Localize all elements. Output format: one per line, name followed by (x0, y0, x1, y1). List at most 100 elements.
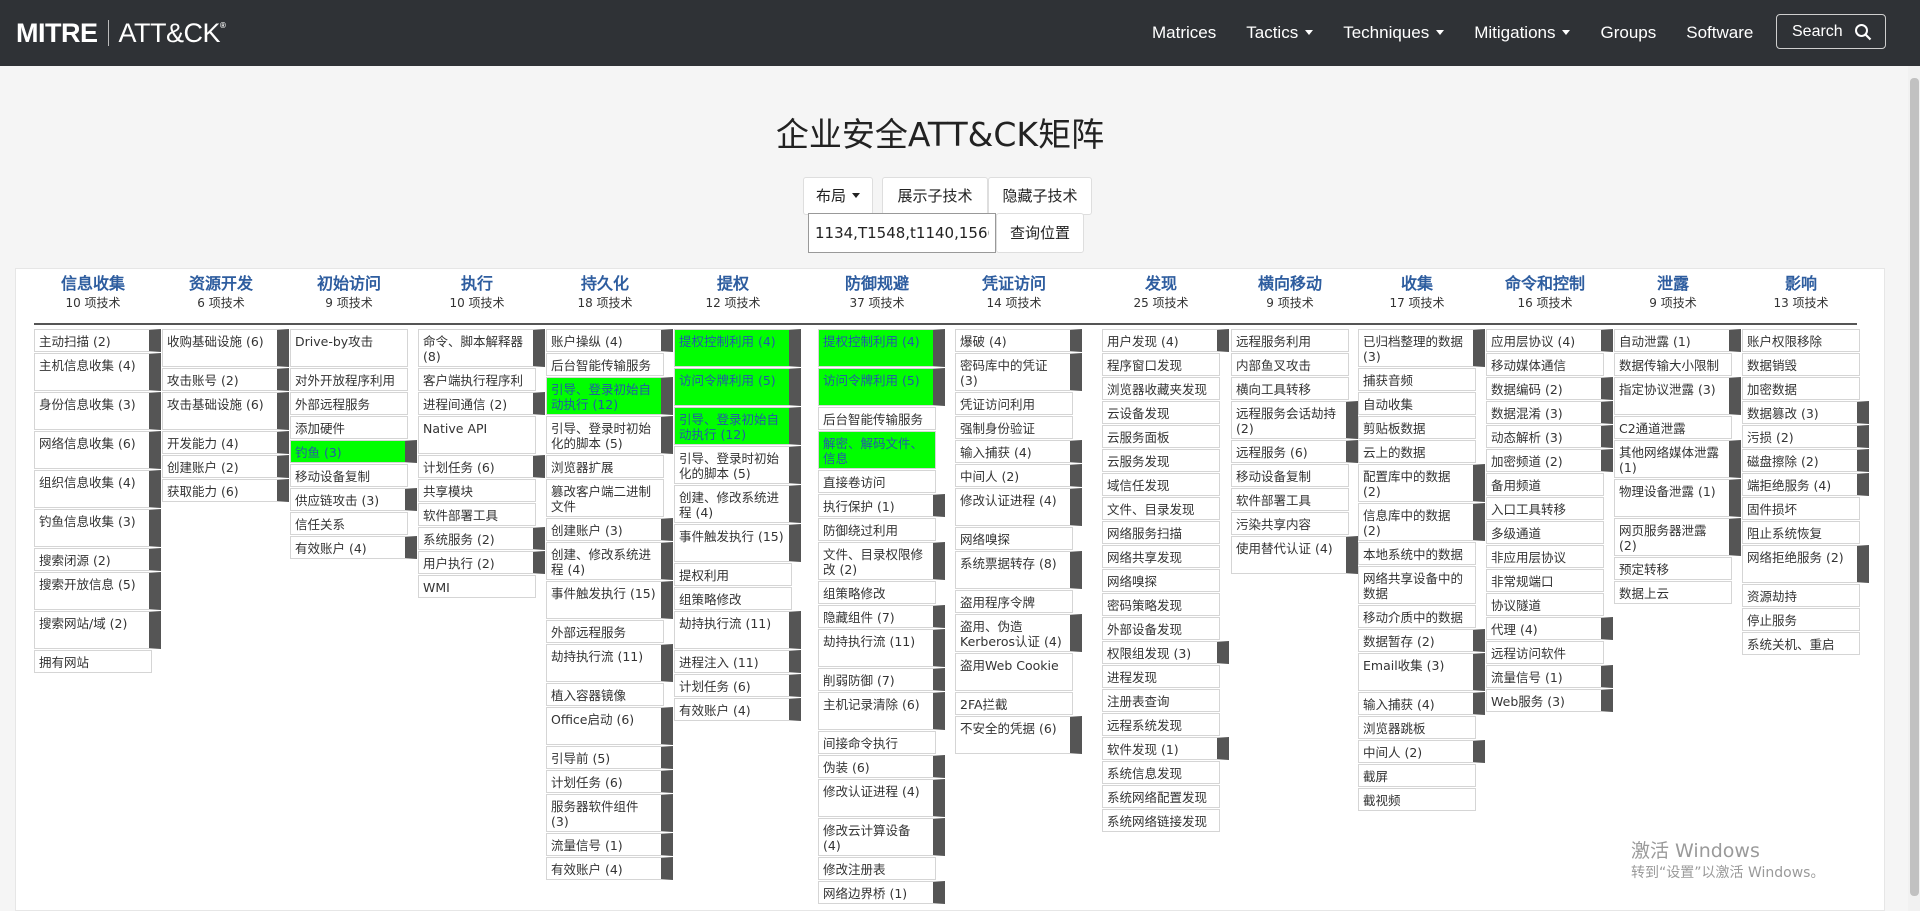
technique-cell[interactable]: 直接卷访问 (818, 470, 936, 493)
technique-cell[interactable]: 有效账户 (4) (290, 536, 417, 559)
technique-cell[interactable]: 流量信号 (1) (1486, 665, 1613, 688)
technique-cell[interactable]: 加密频道 (2) (1486, 449, 1613, 472)
technique-cell[interactable]: 有效账户 (4) (674, 698, 801, 721)
technique-cell[interactable]: 防御绕过利用 (818, 518, 936, 541)
technique-cell[interactable]: 修改注册表 (818, 857, 936, 880)
technique-cell[interactable]: 非常规端口 (1486, 569, 1604, 592)
technique-cell[interactable]: 代理 (4) (1486, 617, 1613, 640)
technique-cell[interactable]: 横向工具转移 (1231, 377, 1349, 400)
technique-cell[interactable]: 引导前 (5) (546, 746, 673, 769)
technique-cell[interactable]: 动态解析 (3) (1486, 425, 1613, 448)
technique-cell[interactable]: 劫持执行流 (11) (818, 629, 945, 667)
technique-cell[interactable]: 命令、脚本解释器 (8) (418, 329, 545, 367)
technique-cell[interactable]: 系统服务 (2) (418, 527, 545, 550)
tactic-name[interactable]: 提权 (672, 270, 794, 294)
tactic-name[interactable]: 凭证访问 (953, 270, 1075, 294)
technique-cell[interactable]: Office启动 (6) (546, 707, 673, 745)
tactic-name[interactable]: 影响 (1740, 270, 1862, 294)
technique-cell[interactable]: 攻击基础设施 (6) (162, 392, 289, 430)
technique-cell[interactable]: 服务器软件组件 (3) (546, 794, 673, 832)
technique-cell[interactable]: 已归档整理的数据 (3) (1358, 329, 1485, 367)
technique-cell[interactable]: Native API (418, 416, 536, 454)
technique-cell[interactable]: 自动泄露 (1) (1614, 329, 1741, 352)
technique-cell[interactable]: 固件损坏 (1742, 497, 1860, 520)
technique-cell[interactable]: 指定协议泄露 (3) (1614, 377, 1741, 415)
technique-cell[interactable]: 备用频道 (1486, 473, 1604, 496)
technique-cell[interactable]: 主机信息收集 (4) (34, 353, 161, 391)
nav-matrices[interactable]: Matrices (1152, 23, 1216, 43)
tactic-name[interactable]: 初始访问 (288, 270, 410, 294)
technique-cell[interactable]: 污损 (2) (1742, 425, 1869, 448)
technique-cell[interactable]: 网络嗅探 (1102, 569, 1220, 592)
technique-cell[interactable]: 网络嗅探 (955, 527, 1073, 550)
technique-cell[interactable]: 多级通道 (1486, 521, 1604, 544)
technique-cell[interactable]: 资源劫持 (1742, 584, 1860, 607)
technique-cell[interactable]: 远程服务会话劫持 (2) (1231, 401, 1358, 439)
technique-cell[interactable]: 浏览器扩展 (546, 455, 664, 478)
technique-cell[interactable]: 数据编码 (2) (1486, 377, 1613, 400)
technique-cell[interactable]: 程序窗口发现 (1102, 353, 1220, 376)
technique-cell[interactable]: 自动收集 (1358, 392, 1476, 415)
technique-cell[interactable]: 创建、修改系统进程 (4) (674, 485, 801, 523)
technique-cell[interactable]: 停止服务 (1742, 608, 1860, 631)
technique-cell[interactable]: 进程间通信 (2) (418, 392, 545, 415)
tactic-name[interactable]: 泄露 (1612, 270, 1734, 294)
tactic-name[interactable]: 横向移动 (1229, 270, 1351, 294)
technique-cell[interactable]: 网络拒绝服务 (2) (1742, 545, 1869, 583)
technique-cell[interactable]: 移动介质中的数据 (1358, 605, 1476, 628)
technique-cell[interactable]: 收购基础设施 (6) (162, 329, 289, 367)
technique-cell[interactable]: 文件、目录权限修改 (2) (818, 542, 945, 580)
technique-cell[interactable]: 网页服务器泄露 (2) (1614, 518, 1741, 556)
technique-cell[interactable]: 盗用Web Cookie (955, 653, 1073, 691)
technique-cell[interactable]: 搜索网站/域 (2) (34, 611, 161, 649)
technique-cell[interactable]: 访问令牌利用 (5) (818, 368, 945, 406)
nav-groups[interactable]: Groups (1600, 23, 1656, 43)
technique-cell[interactable]: 创建、修改系统进程 (4) (546, 542, 673, 580)
technique-cell[interactable]: 远程服务 (6) (1231, 440, 1358, 463)
technique-cell[interactable]: 不安全的凭据 (6) (955, 716, 1082, 754)
technique-cell[interactable]: 中间人 (2) (955, 464, 1082, 487)
technique-cell[interactable]: 本地系统中的数据 (1358, 542, 1476, 565)
technique-cell[interactable]: 磁盘擦除 (2) (1742, 449, 1869, 472)
page-scrollbar-thumb[interactable] (1910, 78, 1919, 896)
technique-cell[interactable]: 对外开放程序利用 (290, 368, 408, 391)
technique-cell[interactable]: WMI (418, 575, 536, 598)
show-subtechniques-button[interactable]: 展示子技术 (882, 177, 988, 215)
technique-cell[interactable]: 预定转移 (1614, 557, 1732, 580)
technique-cell[interactable]: 应用层协议 (4) (1486, 329, 1613, 352)
nav-techniques[interactable]: Techniques (1343, 23, 1444, 43)
technique-cell[interactable]: 网络共享设备中的数据 (1358, 566, 1476, 604)
technique-cell[interactable]: 污染共享内容 (1231, 512, 1349, 535)
technique-cell[interactable]: 后台智能传输服务 (546, 353, 664, 376)
technique-cell[interactable]: 开发能力 (4) (162, 431, 289, 454)
technique-cell[interactable]: 云上的数据 (1358, 440, 1476, 463)
technique-cell[interactable]: 计划任务 (6) (674, 674, 801, 697)
technique-cell[interactable]: 获取能力 (6) (162, 479, 289, 502)
technique-cell[interactable]: 移动设备复制 (290, 464, 408, 487)
technique-cell[interactable]: 执行保护 (1) (818, 494, 945, 517)
technique-cell[interactable]: Web服务 (3) (1486, 689, 1613, 712)
search-button[interactable]: Search (1776, 14, 1886, 49)
technique-cell[interactable]: 盗用程序令牌 (955, 590, 1073, 613)
technique-cell[interactable]: 云服务发现 (1102, 449, 1220, 472)
technique-cell[interactable]: 劫持执行流 (11) (674, 611, 801, 649)
technique-cell[interactable]: 移动媒体通信 (1486, 353, 1604, 376)
technique-cell[interactable]: 入口工具转移 (1486, 497, 1604, 520)
technique-cell[interactable]: 组策略修改 (674, 587, 792, 610)
tactic-name[interactable]: 资源开发 (160, 270, 282, 294)
technique-cell[interactable]: 计划任务 (6) (418, 455, 545, 478)
technique-cell[interactable]: 共享模块 (418, 479, 536, 502)
technique-cell[interactable]: 移动设备复制 (1231, 464, 1349, 487)
technique-cell[interactable]: 提权控制利用 (4) (674, 329, 801, 367)
technique-cell[interactable]: 引导、登录初始自动执行 (12) (546, 377, 673, 415)
technique-cell[interactable]: 云服务面板 (1102, 425, 1220, 448)
technique-cell[interactable]: 账户权限移除 (1742, 329, 1860, 352)
technique-cell[interactable]: 篡改客户端二进制文件 (546, 479, 664, 517)
technique-cell[interactable]: 端拒绝服务 (4) (1742, 473, 1869, 496)
technique-cell[interactable]: 密码策略发现 (1102, 593, 1220, 616)
technique-cell[interactable]: 用户发现 (4) (1102, 329, 1229, 352)
technique-cell[interactable]: 创建账户 (3) (546, 518, 673, 541)
technique-cell[interactable]: 非应用层协议 (1486, 545, 1604, 568)
technique-cell[interactable]: 数据暂存 (2) (1358, 629, 1485, 652)
technique-cell[interactable]: 密码库中的凭证 (3) (955, 353, 1082, 391)
